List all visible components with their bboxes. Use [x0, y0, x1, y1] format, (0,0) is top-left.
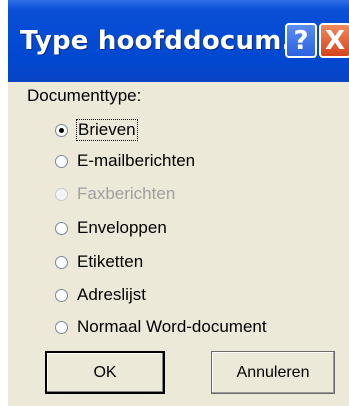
radio-icon[interactable] — [55, 255, 68, 269]
radio-icon[interactable] — [55, 288, 68, 302]
document-type-label: Documenttype: — [27, 86, 142, 105]
radio-selected-icon[interactable] — [55, 123, 68, 137]
option-label: Faxberichten — [77, 184, 176, 203]
radio-icon[interactable] — [55, 320, 68, 334]
option-label: Brieven — [76, 119, 138, 141]
option-adreslijst[interactable]: Adreslijst — [55, 283, 146, 307]
ok-button[interactable]: OK — [45, 351, 165, 394]
option-normaal-word-document[interactable]: Normaal Word-document — [55, 315, 267, 339]
title-bar[interactable]: Type hoofddocum... ? X — [8, 0, 349, 82]
option-enveloppen[interactable]: Enveloppen — [55, 216, 167, 240]
option-label: Enveloppen — [77, 218, 167, 237]
option-etiketten[interactable]: Etiketten — [55, 250, 143, 274]
help-button[interactable]: ? — [285, 23, 317, 58]
option-faxberichten: Faxberichten — [55, 182, 175, 206]
radio-icon[interactable] — [55, 154, 68, 168]
option-e-mailberichten[interactable]: E-mailberichten — [55, 149, 195, 173]
option-label: Adreslijst — [77, 285, 146, 304]
option-label: E-mailberichten — [77, 151, 196, 170]
option-brieven[interactable]: Brieven — [55, 118, 138, 142]
option-label: Etiketten — [77, 252, 144, 271]
radio-icon[interactable] — [55, 221, 68, 235]
dialog-window: Type hoofddocum... ? X Documenttype: Bri… — [8, 0, 349, 406]
cancel-button[interactable]: Annuleren — [211, 351, 335, 394]
option-label: Normaal Word-document — [77, 317, 267, 336]
radio-disabled-icon — [55, 187, 68, 201]
close-button[interactable]: X — [319, 23, 349, 58]
dialog-title: Type hoofddocum... — [20, 26, 312, 56]
